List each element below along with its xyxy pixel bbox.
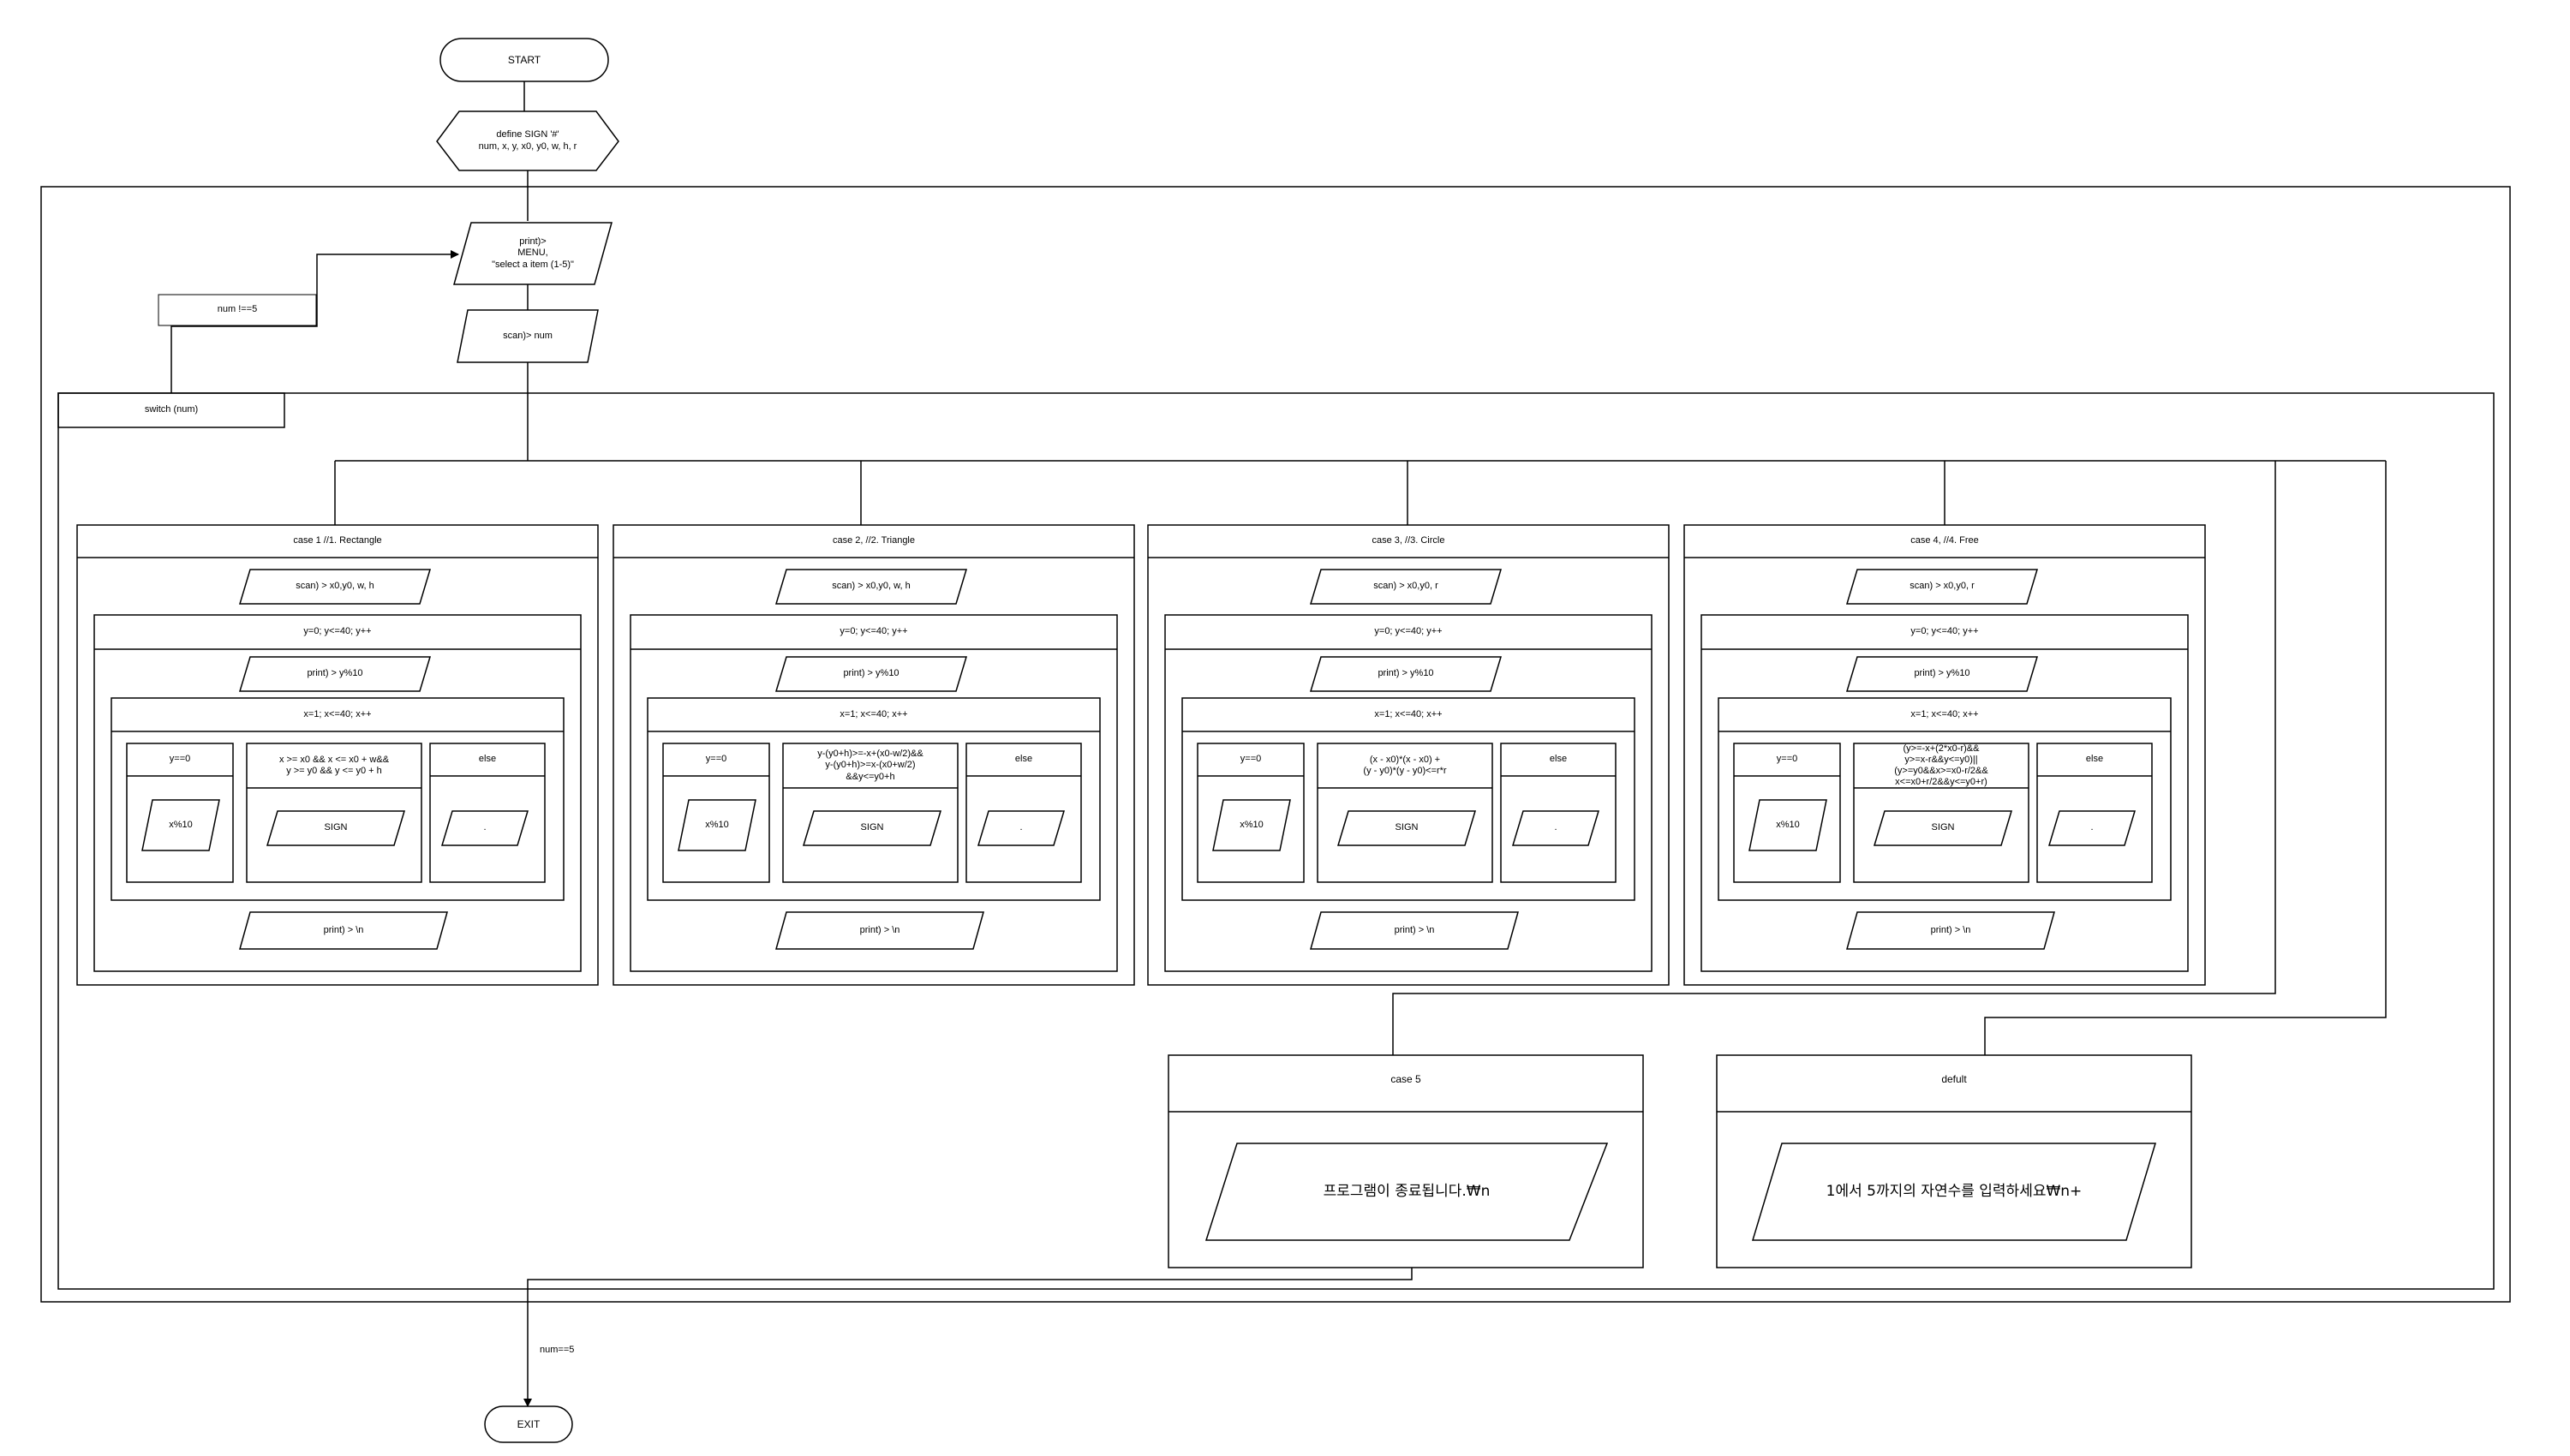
case2-header: case 2, //2. Triangle [833,535,915,546]
case1-print-y-label: print) > y%10 [307,668,363,679]
print-menu-label: print)> MENU, "select a item (1-5)" [492,236,574,270]
start-label: START [507,53,541,66]
case4-header: case 4, //4. Free [1910,535,1979,546]
case4-print-newline-label: print) > \n [1930,924,1971,935]
case3-branch-a-label: y==0 [1240,754,1262,765]
case2-branch-a-label: y==0 [705,754,727,765]
case3-branch-b-label: (x - x0)*(x - x0) + (y - y0)*(y - y0)<=r… [1363,754,1447,776]
case4-branch-c-action-label: . [2090,822,2094,833]
case1-header: case 1 //1. Rectangle [293,535,382,546]
default-output-label: 1에서 5까지의 자연수를 입력하세요₩n+ [1826,1183,2083,1201]
case4-branch-b-action-label: SIGN [1931,822,1955,833]
case3-print-newline-label: print) > \n [1394,924,1435,935]
case1-print-newline-label: print) > \n [323,924,364,935]
case4-print-y-label: print) > y%10 [1914,668,1970,679]
case3-branch-a-action-label: x%10 [1240,819,1264,830]
case1-branch-b-label: x >= x0 && x <= x0 + w&& y >= y0 && y <=… [278,754,390,776]
case4-inner-loop-label: x=1; x<=40; x++ [1910,708,1979,719]
case3-print-y-label: print) > y%10 [1378,668,1434,679]
case3-inner-loop-label: x=1; x<=40; x++ [1374,708,1443,719]
case5-header: case 5 [1390,1072,1421,1085]
case3-outer-loop-label: y=0; y<=40; y++ [1374,626,1443,637]
switch-label: switch (num) [144,404,199,415]
case2-branch-c-action-label: . [1019,822,1023,833]
exit-label: EXIT [517,1417,541,1430]
case3-branch-c-label: else [1549,754,1568,765]
exit-condition-label: num==5 [540,1345,575,1356]
loop-condition-label: num !==5 [217,304,258,315]
case1-branch-b-action-label: SIGN [324,822,348,833]
case3-header: case 3, //3. Circle [1372,535,1445,546]
case2-branch-a-action-label: x%10 [705,819,729,830]
case4-scan-label: scan) > x0,y0, r [1910,581,1975,592]
case2-print-newline-label: print) > \n [859,924,900,935]
case3-scan-label: scan) > x0,y0, r [1373,581,1438,592]
case4-branch-a-label: y==0 [1776,754,1798,765]
default-header: defult [1941,1072,1967,1085]
case1-inner-loop-label: x=1; x<=40; x++ [303,708,372,719]
define-label: define SIGN '#' num, x, y, x0, y0, w, h,… [478,129,577,152]
case2-scan-label: scan) > x0,y0, w, h [832,581,911,592]
case1-branch-c-label: else [478,754,497,765]
case3-branch-b-action-label: SIGN [1395,822,1419,833]
case1-branch-a-action-label: x%10 [169,819,193,830]
case2-print-y-label: print) > y%10 [843,668,900,679]
case2-inner-loop-label: x=1; x<=40; x++ [840,708,908,719]
case4-branch-c-label: else [2085,754,2104,765]
case1-scan-label: scan) > x0,y0, w, h [296,581,374,592]
case1-branch-c-action-label: . [483,822,487,833]
case4-outer-loop-label: y=0; y<=40; y++ [1910,626,1979,637]
case2-outer-loop-label: y=0; y<=40; y++ [840,626,908,637]
case4-branch-b-label: (y>=-x+(2*x0-r)&& y>=x-r&&y<=y0)|| (y>=y… [1894,743,1988,788]
case2-branch-c-label: else [1014,754,1033,765]
case4-branch-a-action-label: x%10 [1776,819,1800,830]
case1-branch-a-label: y==0 [169,754,191,765]
case2-branch-b-label: y-(y0+h)>=-x+(x0-w/2)&& y-(y0+h)>=x-(x0+… [817,749,923,782]
scan-num-label: scan)> num [503,330,553,341]
case1-outer-loop-label: y=0; y<=40; y++ [303,626,372,637]
case2-branch-b-action-label: SIGN [860,822,884,833]
case5-output-label: 프로그램이 종료됩니다.₩n [1323,1183,1491,1201]
case3-branch-c-action-label: . [1554,822,1557,833]
